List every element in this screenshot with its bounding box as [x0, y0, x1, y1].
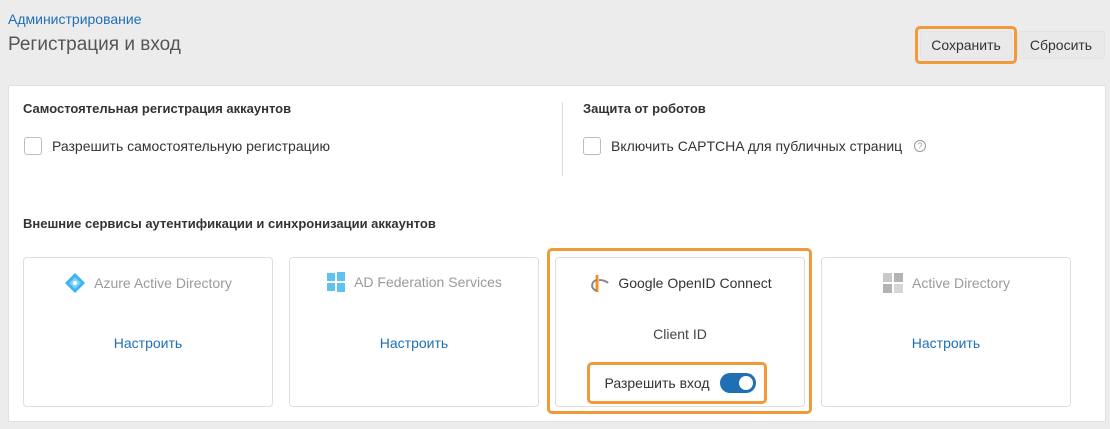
windows-icon [327, 272, 346, 292]
reset-button[interactable]: Сбросить [1017, 31, 1105, 59]
card-title: Google OpenID Connect [618, 275, 772, 291]
active-directory-icon [882, 273, 903, 293]
captcha-checkbox[interactable] [583, 137, 601, 155]
section-divider [562, 102, 563, 176]
openid-icon [591, 275, 610, 292]
allow-login-row: Разрешить вход [556, 373, 804, 393]
configure-active-directory-link[interactable]: Настроить [822, 335, 1070, 351]
client-id-value: Client ID [653, 326, 707, 342]
azure-icon [65, 273, 86, 293]
card-title: Active Directory [911, 275, 1011, 291]
settings-panel: Самостоятельная регистрация аккаунтов Ра… [8, 85, 1106, 422]
card-ad-federation-services: AD Federation Services Настроить [289, 257, 539, 407]
self-registration-label[interactable]: Разрешить самостоятельную регистрацию [52, 138, 330, 154]
card-google-openid-connect: Google OpenID Connect Client ID Разрешит… [555, 257, 805, 407]
allow-login-toggle[interactable] [719, 373, 756, 393]
save-button[interactable]: Сохранить [920, 31, 1012, 59]
question-circle-icon[interactable]: ? [914, 140, 926, 152]
card-title: AD Federation Services [354, 274, 502, 290]
allow-login-label: Разрешить вход [604, 375, 710, 391]
configure-adfs-link[interactable]: Настроить [290, 335, 538, 351]
configure-azure-link[interactable]: Настроить [24, 335, 272, 351]
external-services-title: Внешние сервисы аутентификации и синхрон… [23, 216, 436, 231]
card-azure-active-directory: Azure Active Directory Настроить [23, 257, 273, 407]
card-title: Azure Active Directory [94, 275, 232, 291]
breadcrumb[interactable]: Администрирование [8, 11, 142, 27]
self-registration-title: Самостоятельная регистрация аккаунтов [23, 101, 292, 116]
card-active-directory: Active Directory Настроить [821, 257, 1071, 407]
self-registration-checkbox[interactable] [24, 137, 42, 155]
page-title: Регистрация и вход [8, 34, 181, 55]
captcha-label[interactable]: Включить CAPTCHA для публичных страниц [611, 138, 902, 154]
robots-title: Защита от роботов [583, 101, 706, 116]
